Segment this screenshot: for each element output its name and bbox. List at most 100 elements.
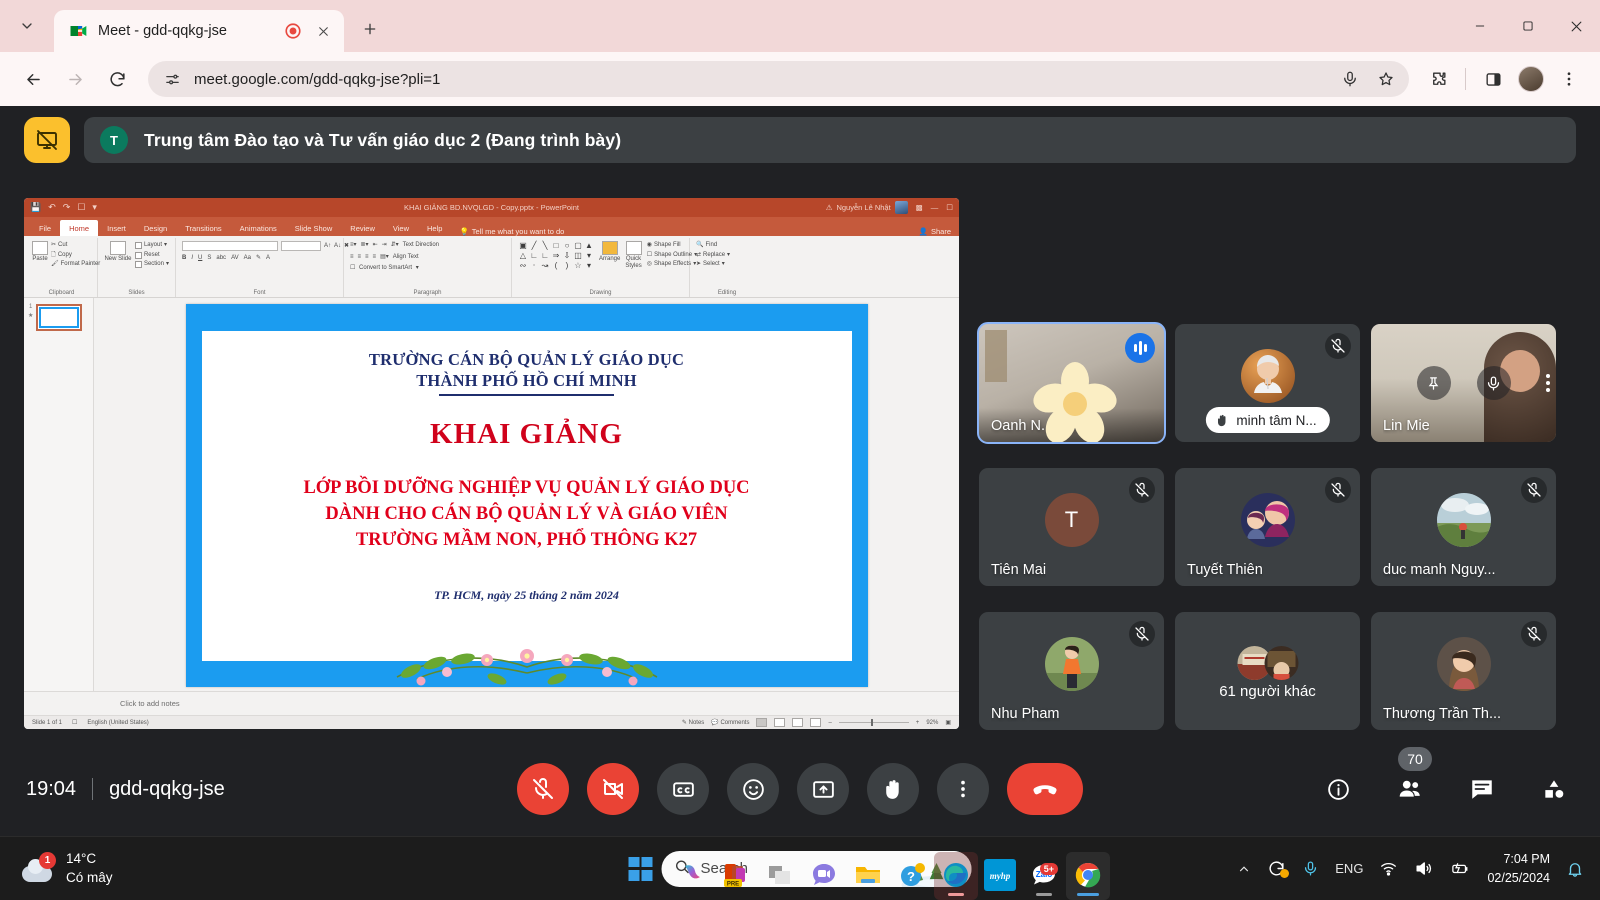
quick-styles-button[interactable]: Quick Styles	[625, 241, 642, 270]
ribbon-tab-view[interactable]: View	[384, 221, 418, 236]
volume-icon[interactable]	[1414, 859, 1433, 878]
star-icon[interactable]	[1369, 62, 1403, 96]
bell-icon[interactable]	[1566, 860, 1584, 878]
three-dot-menu-icon[interactable]	[1552, 62, 1586, 96]
section-button[interactable]: Section ▾	[134, 260, 169, 269]
redo-icon[interactable]: ↷	[63, 202, 71, 213]
google-chrome-icon[interactable]	[1066, 852, 1110, 900]
window-minimize-button[interactable]	[1456, 0, 1504, 52]
zoom-out-button[interactable]: –	[828, 720, 831, 726]
wifi-icon[interactable]	[1379, 859, 1398, 878]
ribbon-tab-animations[interactable]: Animations	[231, 221, 286, 236]
ribbon-tab-review[interactable]: Review	[341, 221, 384, 236]
zoom-slider[interactable]	[838, 719, 909, 726]
comments-toggle[interactable]: 💬 Comments	[711, 719, 749, 726]
ribbon-display-options-icon[interactable]: ▩	[916, 203, 923, 212]
participants-button[interactable]: 70	[1390, 747, 1432, 809]
increase-indent-button[interactable]: ⇥	[382, 241, 387, 250]
shadow-button[interactable]: S	[207, 254, 211, 263]
address-bar[interactable]: meet.google.com/gdd-qqkg-jse?pli=1	[148, 61, 1409, 97]
present-now-button[interactable]	[797, 763, 849, 815]
slide-thumbnail-pane[interactable]: 1 ★	[24, 298, 94, 691]
back-arrow-icon[interactable]	[14, 60, 52, 98]
slide-thumbnail[interactable]	[36, 304, 83, 331]
decrease-font-size-button[interactable]: A↓	[334, 242, 341, 251]
onedrive-sync-icon[interactable]	[1267, 859, 1290, 878]
strikethrough-button[interactable]: abc	[216, 254, 226, 263]
shape-gallery[interactable]: ▣ ╱ ╲ □ ○ ▢ ▲ △ ∟ ∟ ⇒ ⇩ ◫ ▾ ∾ ⋅ ↝() ☆ ▾	[518, 241, 594, 270]
raise-hand-button[interactable]	[867, 763, 919, 815]
side-panel-icon[interactable]	[1476, 62, 1510, 96]
captions-toggle[interactable]	[657, 763, 709, 815]
windows-logo-icon[interactable]	[628, 856, 653, 881]
character-spacing-button[interactable]: AV	[231, 254, 239, 263]
pin-icon[interactable]	[1416, 366, 1451, 400]
participant-tile-thuong-tran[interactable]: Thương Trần Th...	[1371, 612, 1556, 730]
align-text-button[interactable]: Align Text	[393, 253, 419, 262]
window-maximize-button[interactable]	[1504, 0, 1552, 52]
underline-button[interactable]: U	[198, 254, 202, 263]
reading-view-button[interactable]	[792, 718, 804, 727]
language-label[interactable]: English (United States)	[87, 720, 148, 726]
select-button[interactable]: ➤ Select ▾	[696, 260, 730, 269]
microphone-icon[interactable]	[1333, 62, 1367, 96]
file-explorer-icon[interactable]	[846, 852, 890, 900]
camera-toggle[interactable]	[587, 763, 639, 815]
present-icon[interactable]: ☐	[77, 202, 85, 213]
font-family-select[interactable]	[182, 241, 278, 251]
new-slide-button[interactable]: New Slide	[104, 241, 132, 263]
tab-close-icon[interactable]	[312, 20, 334, 42]
format-painter-button[interactable]: 🖌 Format Painter	[51, 260, 100, 269]
language-indicator[interactable]: ENG	[1335, 861, 1363, 876]
participant-tile-tuyet-thien[interactable]: Tuyết Thiên	[1175, 468, 1360, 586]
zalo-icon[interactable]: Zalo 5+	[1022, 852, 1066, 900]
align-center-button[interactable]: ≡	[358, 253, 362, 262]
accessibility-icon[interactable]: ☐	[72, 719, 77, 726]
cut-button[interactable]: ✂ Cut	[51, 241, 100, 250]
font-color-button[interactable]: A	[266, 254, 270, 263]
participant-tile-minh-tam[interactable]: minh tâm N...	[1175, 324, 1360, 442]
layout-button[interactable]: Layout ▾	[134, 241, 169, 250]
slide-sorter-view-button[interactable]	[774, 718, 786, 727]
tune-icon[interactable]	[160, 67, 184, 91]
presenter-banner[interactable]: T Trung tâm Đào tạo và Tư vấn giáo dục 2…	[84, 117, 1576, 163]
chat-button[interactable]	[1462, 769, 1502, 809]
normal-view-button[interactable]	[756, 718, 768, 727]
leave-call-button[interactable]	[1007, 763, 1083, 815]
increase-font-size-button[interactable]: A↑	[324, 242, 331, 251]
microphone-icon[interactable]	[1302, 860, 1319, 877]
participant-tile-duc-manh[interactable]: duc manh Nguy...	[1371, 468, 1556, 586]
bullets-button[interactable]: ≡▾	[350, 241, 357, 250]
presentation-stop-icon[interactable]	[24, 117, 70, 163]
ppt-minimize-button[interactable]: —	[931, 203, 939, 212]
change-case-button[interactable]: Aa	[244, 254, 251, 263]
slideshow-view-button[interactable]	[810, 718, 822, 727]
microsoft-edge-icon[interactable]	[934, 852, 978, 900]
slide-notes-area[interactable]: Click to add notes	[24, 691, 959, 715]
ribbon-tab-insert[interactable]: Insert	[98, 221, 135, 236]
align-left-button[interactable]: ≡	[350, 253, 354, 262]
align-right-button[interactable]: ≡	[365, 253, 369, 262]
customize-qat-icon[interactable]: ▾	[92, 202, 97, 213]
decrease-indent-button[interactable]: ⇤	[373, 241, 378, 250]
ribbon-tab-slide-show[interactable]: Slide Show	[286, 221, 342, 236]
myhp-icon[interactable]: myhp	[978, 852, 1022, 900]
powerpoint-account[interactable]: ⚠ Nguyễn Lê Nhật	[826, 201, 908, 214]
tab-recording-icon[interactable]	[284, 22, 302, 40]
more-options-button[interactable]	[937, 763, 989, 815]
task-view-icon[interactable]	[758, 852, 802, 900]
reactions-button[interactable]	[727, 763, 779, 815]
convert-to-smartart-button[interactable]: ☐ Convert to SmartArt ▾	[350, 264, 419, 273]
window-close-button[interactable]	[1552, 0, 1600, 52]
italic-button[interactable]: I	[191, 254, 193, 263]
slide-canvas[interactable]: TRƯỜNG CÁN BỘ QUẢN LÝ GIÁO DỤC THÀNH PHỐ…	[94, 298, 959, 691]
numbering-button[interactable]: ≣▾	[361, 241, 369, 250]
participant-tile-overflow[interactable]: 61 người khác	[1175, 612, 1360, 730]
participant-tile-lin-mie[interactable]: Lin Mie	[1371, 324, 1556, 442]
text-direction-button[interactable]: Text Direction	[403, 241, 439, 250]
share-button[interactable]: 👤 Share	[919, 227, 951, 236]
notes-toggle[interactable]: ✎ Notes	[682, 719, 704, 726]
participant-tile-tien-mai[interactable]: T Tiên Mai	[979, 468, 1164, 586]
bold-button[interactable]: B	[182, 254, 186, 263]
battery-icon[interactable]	[1449, 859, 1471, 878]
